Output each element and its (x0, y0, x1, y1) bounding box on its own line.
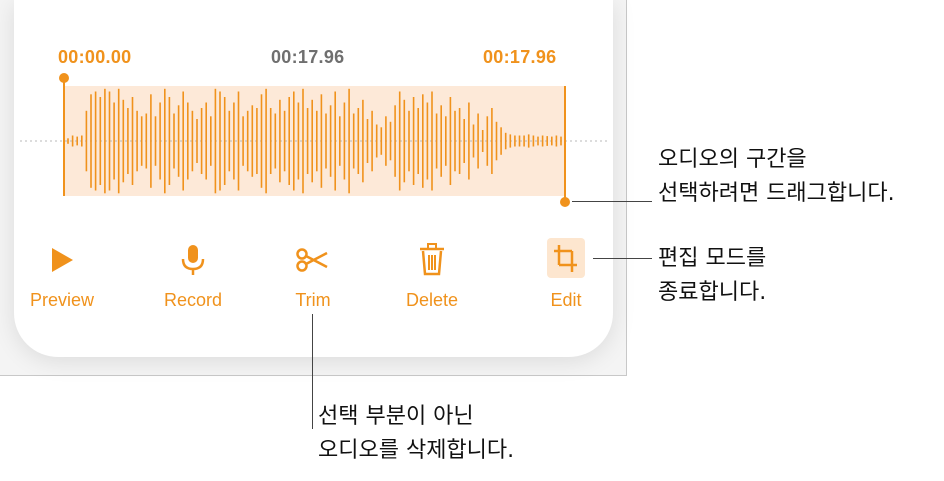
preview-button[interactable]: Preview (12, 238, 112, 311)
callout-edit-line2: 종료합니다. (658, 280, 767, 305)
delete-button[interactable]: Delete (382, 238, 482, 311)
leader-edit (593, 258, 652, 259)
trim-label: Trim (295, 290, 331, 310)
callout-drag: 오디오의 구간을 선택하려면 드래그합니다. (658, 143, 895, 211)
end-handle[interactable] (560, 197, 570, 207)
record-button[interactable]: Record (143, 238, 243, 311)
callout-edit-line1: 편집 모드를 (658, 246, 767, 271)
callout-trim-line1: 선택 부분이 아닌 (318, 404, 474, 429)
edit-button[interactable]: Edit (516, 238, 616, 311)
callout-edit-mode: 편집 모드를 종료합니다. (658, 242, 766, 310)
delete-label: Delete (405, 290, 459, 310)
leader-drag (572, 201, 652, 202)
selection-region (64, 86, 565, 196)
scissors-icon (291, 238, 335, 282)
waveform[interactable] (0, 0, 627, 230)
callout-trim: 선택 부분이 아닌 오디오를 삭제합니다. (318, 400, 514, 468)
trash-icon (410, 238, 454, 282)
edit-label: Edit (550, 290, 582, 310)
callout-trim-line2: 오디오를 삭제합니다. (318, 438, 515, 463)
microphone-icon (171, 238, 215, 282)
start-handle[interactable] (59, 73, 69, 83)
leader-trim (312, 314, 313, 429)
callout-drag-line2: 선택하려면 드래그합니다. (658, 181, 895, 206)
callout-drag-line1: 오디오의 구간을 (658, 147, 807, 172)
crop-icon (544, 238, 588, 282)
record-label: Record (163, 290, 223, 310)
preview-label: Preview (29, 290, 95, 310)
play-icon (40, 238, 84, 282)
trim-button[interactable]: Trim (263, 238, 363, 311)
